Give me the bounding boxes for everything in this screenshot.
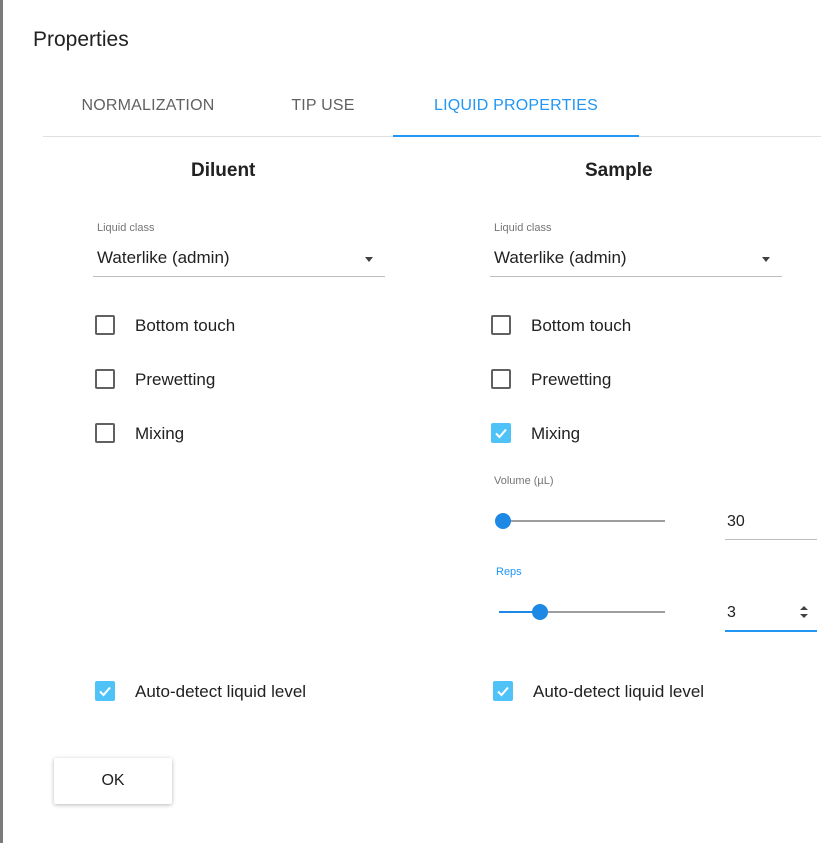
reps-input[interactable]: 3 xyxy=(725,596,817,632)
diluent-bottom-touch-label: Bottom touch xyxy=(135,316,236,335)
diluent-mixing-checkbox[interactable]: Mixing xyxy=(95,421,295,449)
checkbox-checked-icon xyxy=(95,681,115,701)
diluent-liquid-class-select[interactable]: Waterlike (admin) xyxy=(93,242,385,277)
volume-input[interactable]: 30 xyxy=(725,505,817,540)
slider-thumb[interactable] xyxy=(531,604,548,620)
sample-mixing-label: Mixing xyxy=(531,424,581,443)
reps-label: Reps xyxy=(496,566,522,578)
properties-dialog: Properties NORMALIZATION TIP USE LIQUID … xyxy=(0,0,821,843)
tab-normalization[interactable]: NORMALIZATION xyxy=(43,82,253,136)
checkbox-unchecked-icon xyxy=(491,315,511,335)
diluent-auto-detect-checkbox[interactable]: Auto-detect liquid level xyxy=(95,679,355,707)
ok-button[interactable]: OK xyxy=(54,758,172,804)
checkbox-checked-icon xyxy=(491,423,511,443)
sample-title: Sample xyxy=(585,160,653,181)
dropdown-arrow-icon xyxy=(365,257,373,262)
reps-value: 3 xyxy=(727,604,736,621)
tab-bar: NORMALIZATION TIP USE LIQUID PROPERTIES xyxy=(43,82,821,137)
sample-liquid-class-label: Liquid class xyxy=(494,222,552,234)
dialog-title: Properties xyxy=(33,28,129,51)
sample-bottom-touch-label: Bottom touch xyxy=(531,316,632,335)
checkbox-checked-icon xyxy=(493,681,513,701)
checkbox-unchecked-icon xyxy=(95,315,115,335)
checkbox-unchecked-icon xyxy=(491,369,511,389)
sample-prewetting-checkbox[interactable]: Prewetting xyxy=(491,367,691,395)
tab-liquid-properties[interactable]: LIQUID PROPERTIES xyxy=(393,82,639,137)
sample-bottom-touch-checkbox[interactable]: Bottom touch xyxy=(491,313,691,341)
sample-liquid-class-value: Waterlike (admin) xyxy=(494,248,627,267)
diluent-liquid-class-label: Liquid class xyxy=(97,222,155,234)
diluent-mixing-label: Mixing xyxy=(135,424,185,443)
spinner-arrows-icon[interactable] xyxy=(799,605,809,619)
slider-thumb[interactable] xyxy=(495,513,511,529)
sample-auto-detect-checkbox[interactable]: Auto-detect liquid level xyxy=(493,679,753,707)
volume-label: Volume (µL) xyxy=(494,475,554,487)
diluent-prewetting-checkbox[interactable]: Prewetting xyxy=(95,367,295,395)
sample-auto-detect-label: Auto-detect liquid level xyxy=(533,682,705,701)
diluent-title: Diluent xyxy=(191,160,256,181)
checkbox-unchecked-icon xyxy=(95,369,115,389)
volume-slider[interactable] xyxy=(495,511,665,531)
diluent-prewetting-label: Prewetting xyxy=(135,370,216,389)
sample-mixing-checkbox[interactable]: Mixing xyxy=(491,421,691,449)
dropdown-arrow-icon xyxy=(762,257,770,262)
sample-liquid-class-select[interactable]: Waterlike (admin) xyxy=(490,242,782,277)
reps-slider[interactable] xyxy=(499,602,665,622)
diluent-bottom-touch-checkbox[interactable]: Bottom touch xyxy=(95,313,295,341)
slider-track xyxy=(499,520,665,522)
checkbox-unchecked-icon xyxy=(95,423,115,443)
tab-tip-use[interactable]: TIP USE xyxy=(253,82,393,136)
sample-prewetting-label: Prewetting xyxy=(531,370,612,389)
volume-value: 30 xyxy=(727,513,745,530)
diluent-liquid-class-value: Waterlike (admin) xyxy=(97,248,230,267)
diluent-auto-detect-label: Auto-detect liquid level xyxy=(135,682,307,701)
